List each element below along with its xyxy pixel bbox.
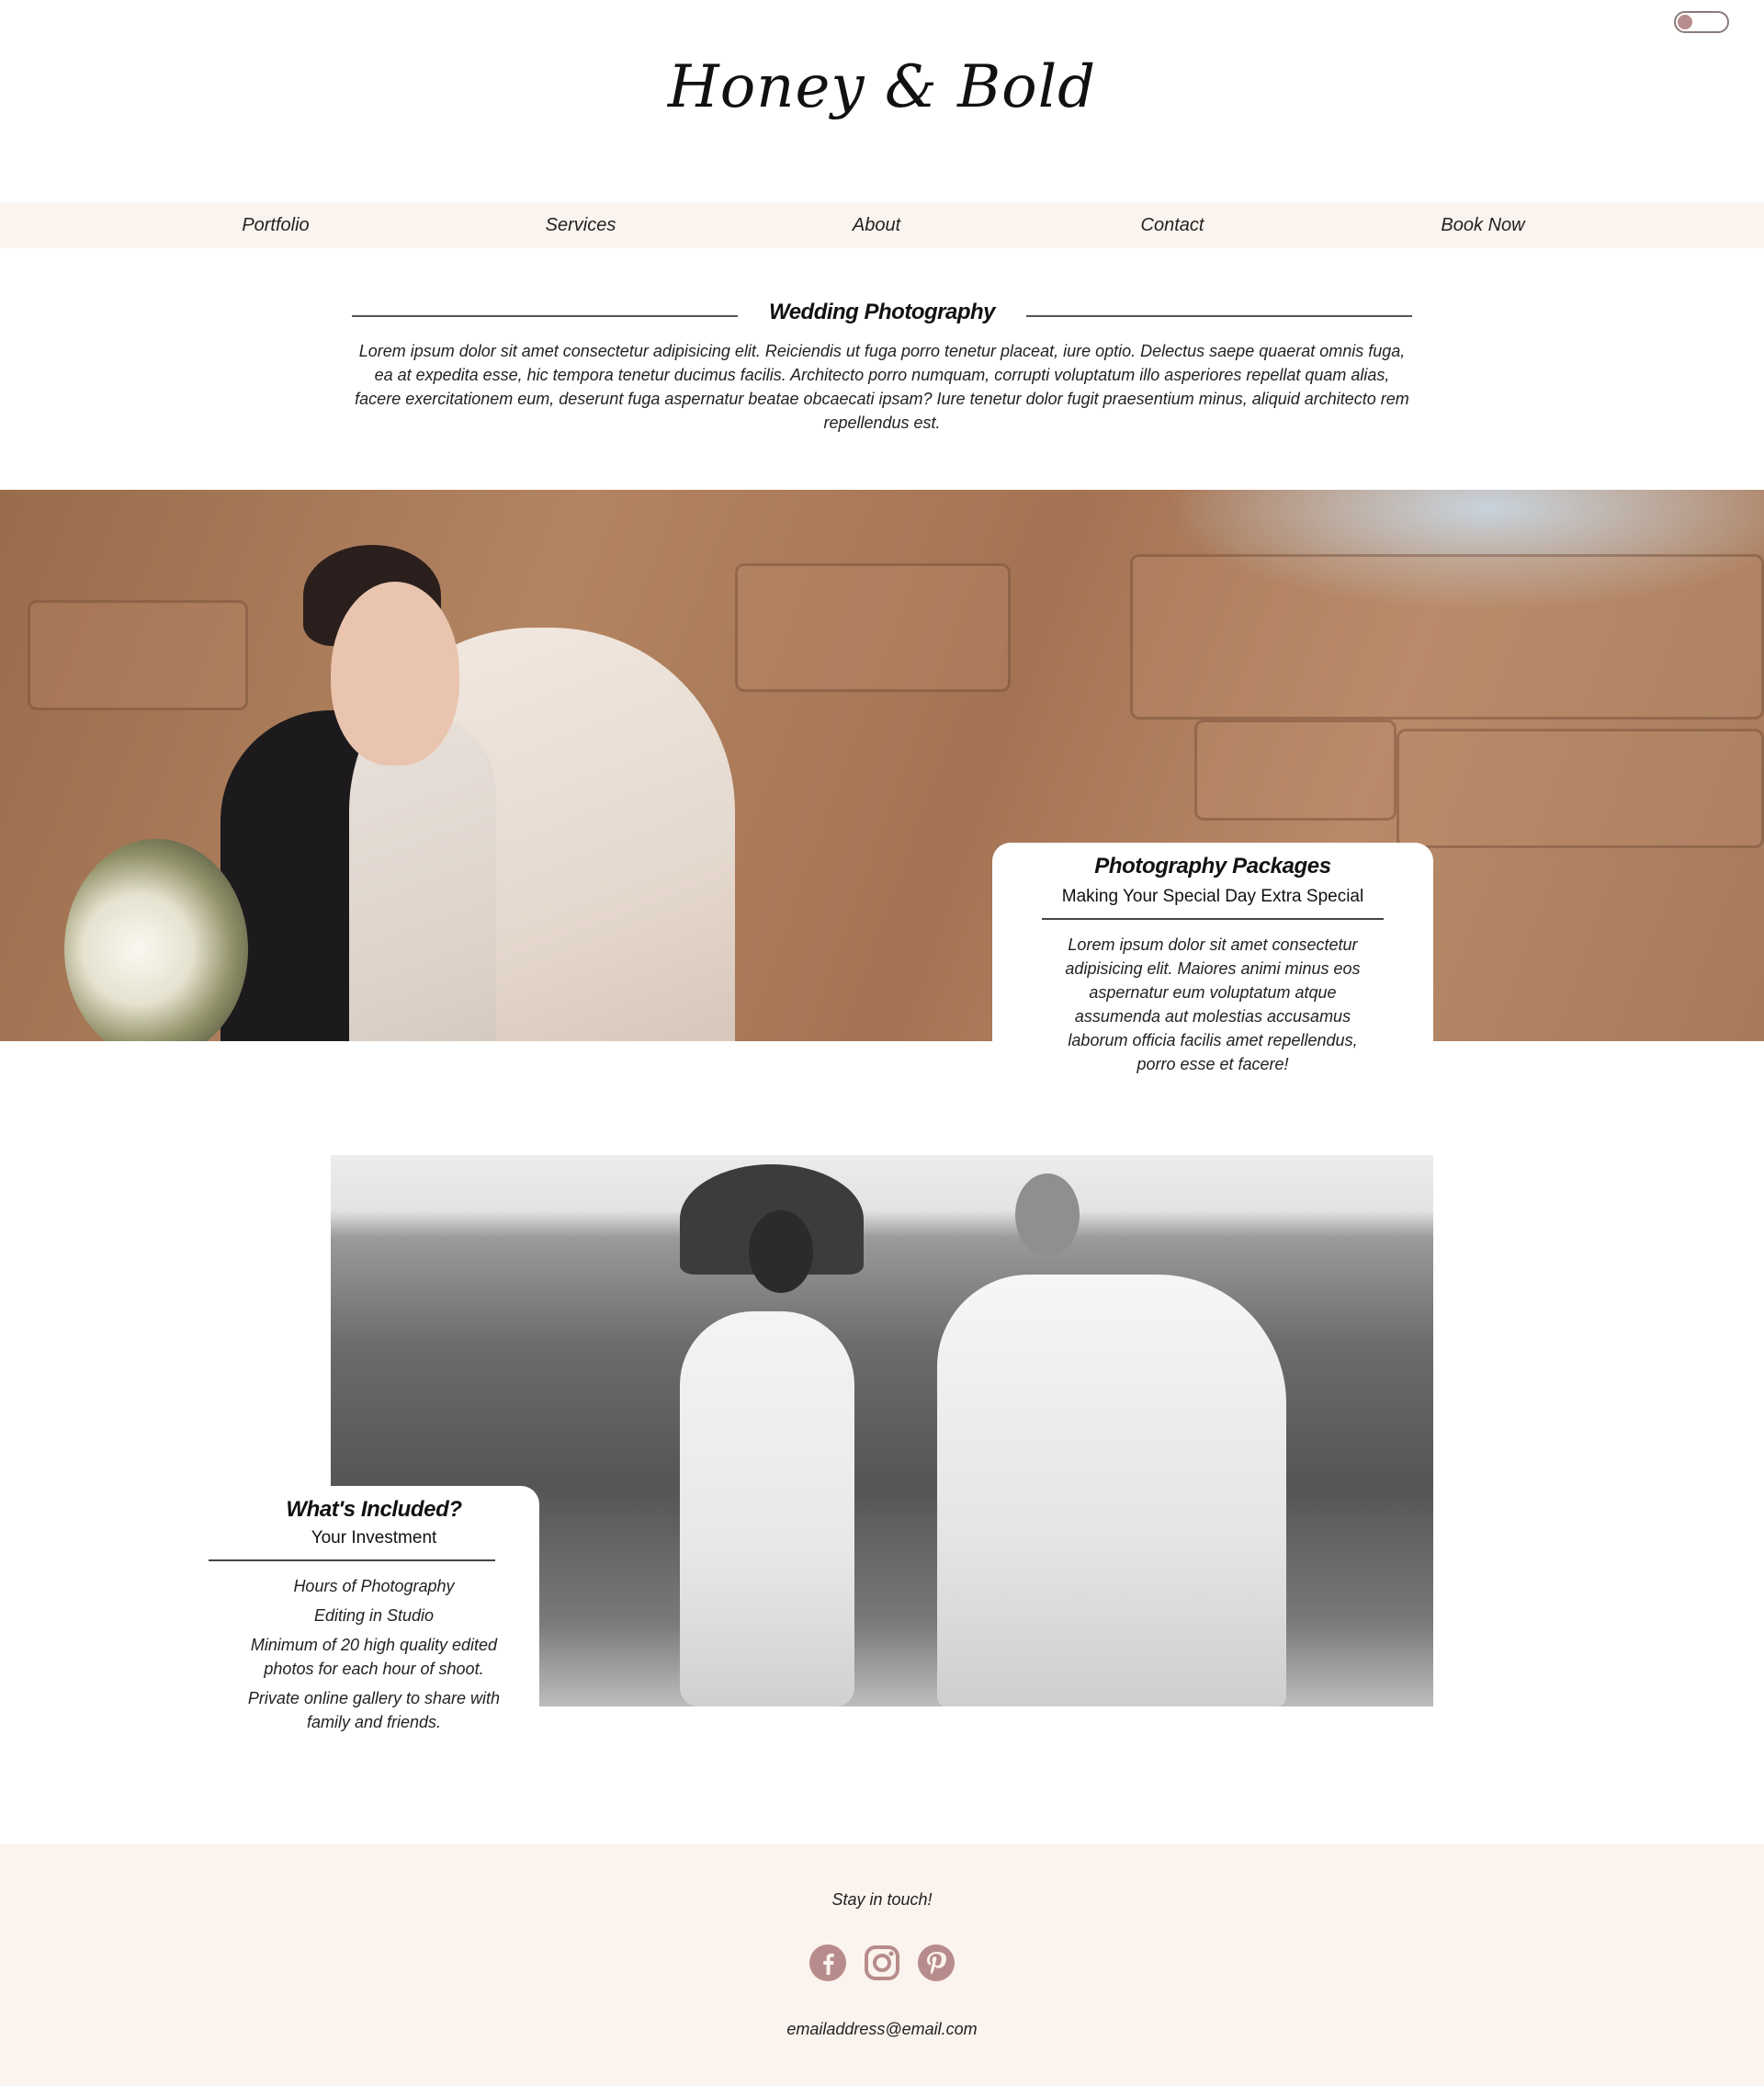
stone-block bbox=[735, 563, 1011, 692]
intro-paragraph: Lorem ipsum dolor sit amet consectetur a… bbox=[355, 342, 1409, 432]
hero-image-couple bbox=[0, 490, 1764, 1041]
packages-subtitle: Making Your Special Day Extra Special bbox=[1061, 887, 1364, 906]
instagram-icon[interactable] bbox=[863, 1944, 901, 1982]
nav-item-about[interactable]: About bbox=[853, 202, 900, 248]
bride-left-dress bbox=[680, 1311, 854, 1706]
site-logo[interactable]: Honey & Bold bbox=[0, 53, 1764, 121]
facebook-icon[interactable] bbox=[808, 1944, 847, 1982]
footer-email[interactable]: emailaddress@email.com bbox=[0, 2020, 1764, 2039]
stone-block bbox=[28, 600, 248, 710]
bride-right-head bbox=[1015, 1173, 1080, 1256]
bride-right-dress bbox=[937, 1275, 1286, 1706]
main-nav: Portfolio Services About Contact Book No… bbox=[0, 202, 1764, 248]
bride-left-head bbox=[749, 1210, 813, 1293]
included-card: What's Included? Your Investment Hours o… bbox=[209, 1486, 539, 1752]
included-subtitle: Your Investment bbox=[311, 1528, 437, 1547]
packages-card: Photography Packages Making Your Special… bbox=[992, 843, 1433, 1073]
packages-paragraph: Lorem ipsum dolor sit amet consectetur a… bbox=[1065, 935, 1361, 1073]
stone-block bbox=[1194, 720, 1396, 821]
social-links bbox=[808, 1944, 956, 1982]
included-divider bbox=[209, 1559, 495, 1561]
stone-block bbox=[1130, 554, 1764, 720]
included-item: Private online gallery to share with fam… bbox=[247, 1689, 501, 1731]
included-title: What's Included? bbox=[286, 1497, 462, 1522]
footer: Stay in touch! emailaddress@email.com bbox=[0, 1844, 1764, 2086]
pinterest-icon[interactable] bbox=[917, 1944, 956, 1982]
bride-face bbox=[331, 582, 459, 765]
section-title: Wedding Photography bbox=[768, 300, 996, 324]
included-item: Minimum of 20 high quality edited photos… bbox=[250, 1636, 498, 1678]
included-item: Hours of Photography bbox=[293, 1577, 455, 1595]
theme-toggle[interactable] bbox=[1674, 11, 1729, 33]
footer-tagline: Stay in touch! bbox=[831, 1890, 933, 1909]
toggle-switch-icon bbox=[1678, 15, 1692, 29]
nav-item-book-now[interactable]: Book Now bbox=[1441, 202, 1524, 248]
packages-divider bbox=[1042, 918, 1384, 920]
nav-item-services[interactable]: Services bbox=[546, 202, 616, 248]
included-item: Editing in Studio bbox=[313, 1606, 435, 1625]
stone-block bbox=[1396, 729, 1764, 848]
packages-title: Photography Packages bbox=[1094, 854, 1331, 879]
nav-item-contact[interactable]: Contact bbox=[1141, 202, 1204, 248]
nav-item-portfolio[interactable]: Portfolio bbox=[242, 202, 309, 248]
included-list: Hours of Photography Editing in Studio M… bbox=[241, 1574, 507, 1734]
